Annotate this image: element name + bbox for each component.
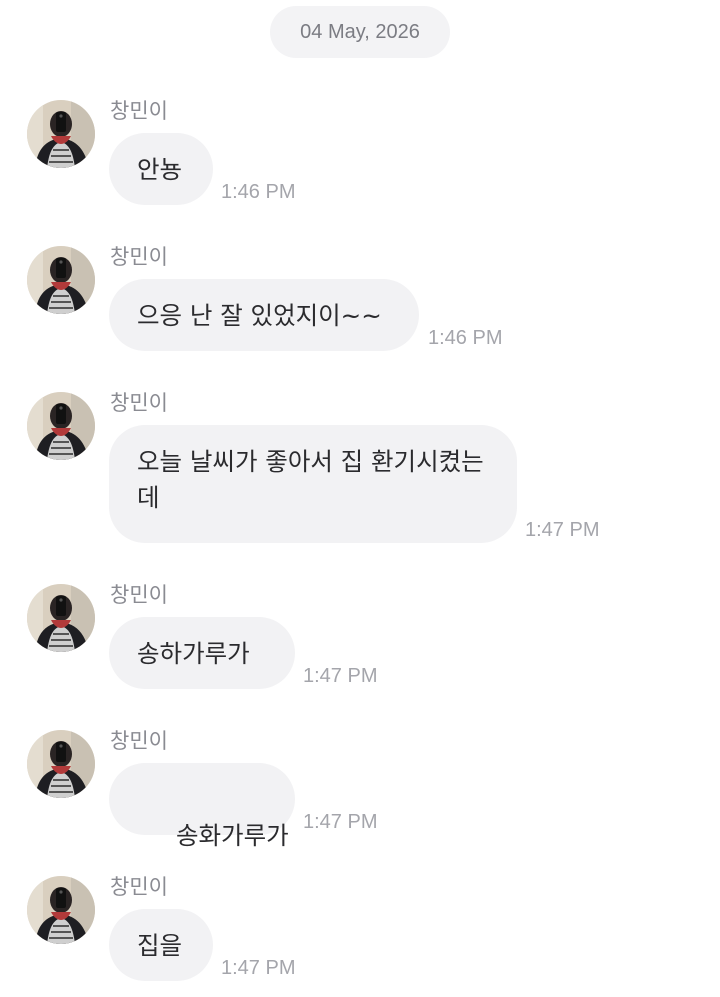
- message-time: 1:46 PM: [221, 181, 296, 203]
- avatar[interactable]: [27, 876, 95, 944]
- message-time: 1:47 PM: [303, 811, 378, 833]
- sender-name: 창민이: [110, 245, 168, 269]
- message-bubble[interactable]: 송하가루가: [109, 617, 295, 689]
- message-text: 으응 난 잘 있었지이~~: [137, 301, 382, 330]
- profile-photo-icon: [27, 392, 95, 460]
- message-time: 1:46 PM: [428, 327, 503, 349]
- profile-photo-icon: [27, 584, 95, 652]
- message-text: 송화가루가: [168, 821, 289, 850]
- message-text: 송하가루가: [137, 639, 250, 668]
- message-bubble[interactable]: 집을: [109, 909, 213, 981]
- message-time: 1:47 PM: [525, 519, 600, 541]
- sender-name: 창민이: [110, 729, 168, 753]
- message-text: 집을: [137, 931, 183, 960]
- date-divider: 04 May, 2026: [270, 6, 450, 58]
- profile-photo-icon: [27, 100, 95, 168]
- sender-name: 창민이: [110, 875, 168, 899]
- message-time: 1:47 PM: [303, 665, 378, 687]
- profile-photo-icon: [27, 246, 95, 314]
- profile-photo-icon: [27, 730, 95, 798]
- profile-photo-icon: [27, 876, 95, 944]
- sender-name: 창민이: [110, 583, 168, 607]
- message-bubble[interactable]: 안뇽: [109, 133, 213, 205]
- message-bubble[interactable]: 오늘 날씨가 좋아서 집 환기시켰는데: [109, 425, 517, 543]
- avatar[interactable]: [27, 392, 95, 460]
- message-bubble[interactable]: 으응 난 잘 있었지이~~: [109, 279, 419, 351]
- sender-name: 창민이: [110, 99, 168, 123]
- message-time: 1:47 PM: [221, 957, 296, 979]
- avatar[interactable]: [27, 584, 95, 652]
- avatar[interactable]: [27, 100, 95, 168]
- message-text: 안뇽: [137, 155, 183, 184]
- avatar[interactable]: [27, 246, 95, 314]
- message-text: 오늘 날씨가 좋아서 집 환기시켰는데: [137, 447, 484, 512]
- message-bubble[interactable]: 송화가루가: [109, 763, 295, 850]
- sender-name: 창민이: [110, 391, 168, 415]
- avatar[interactable]: [27, 730, 95, 798]
